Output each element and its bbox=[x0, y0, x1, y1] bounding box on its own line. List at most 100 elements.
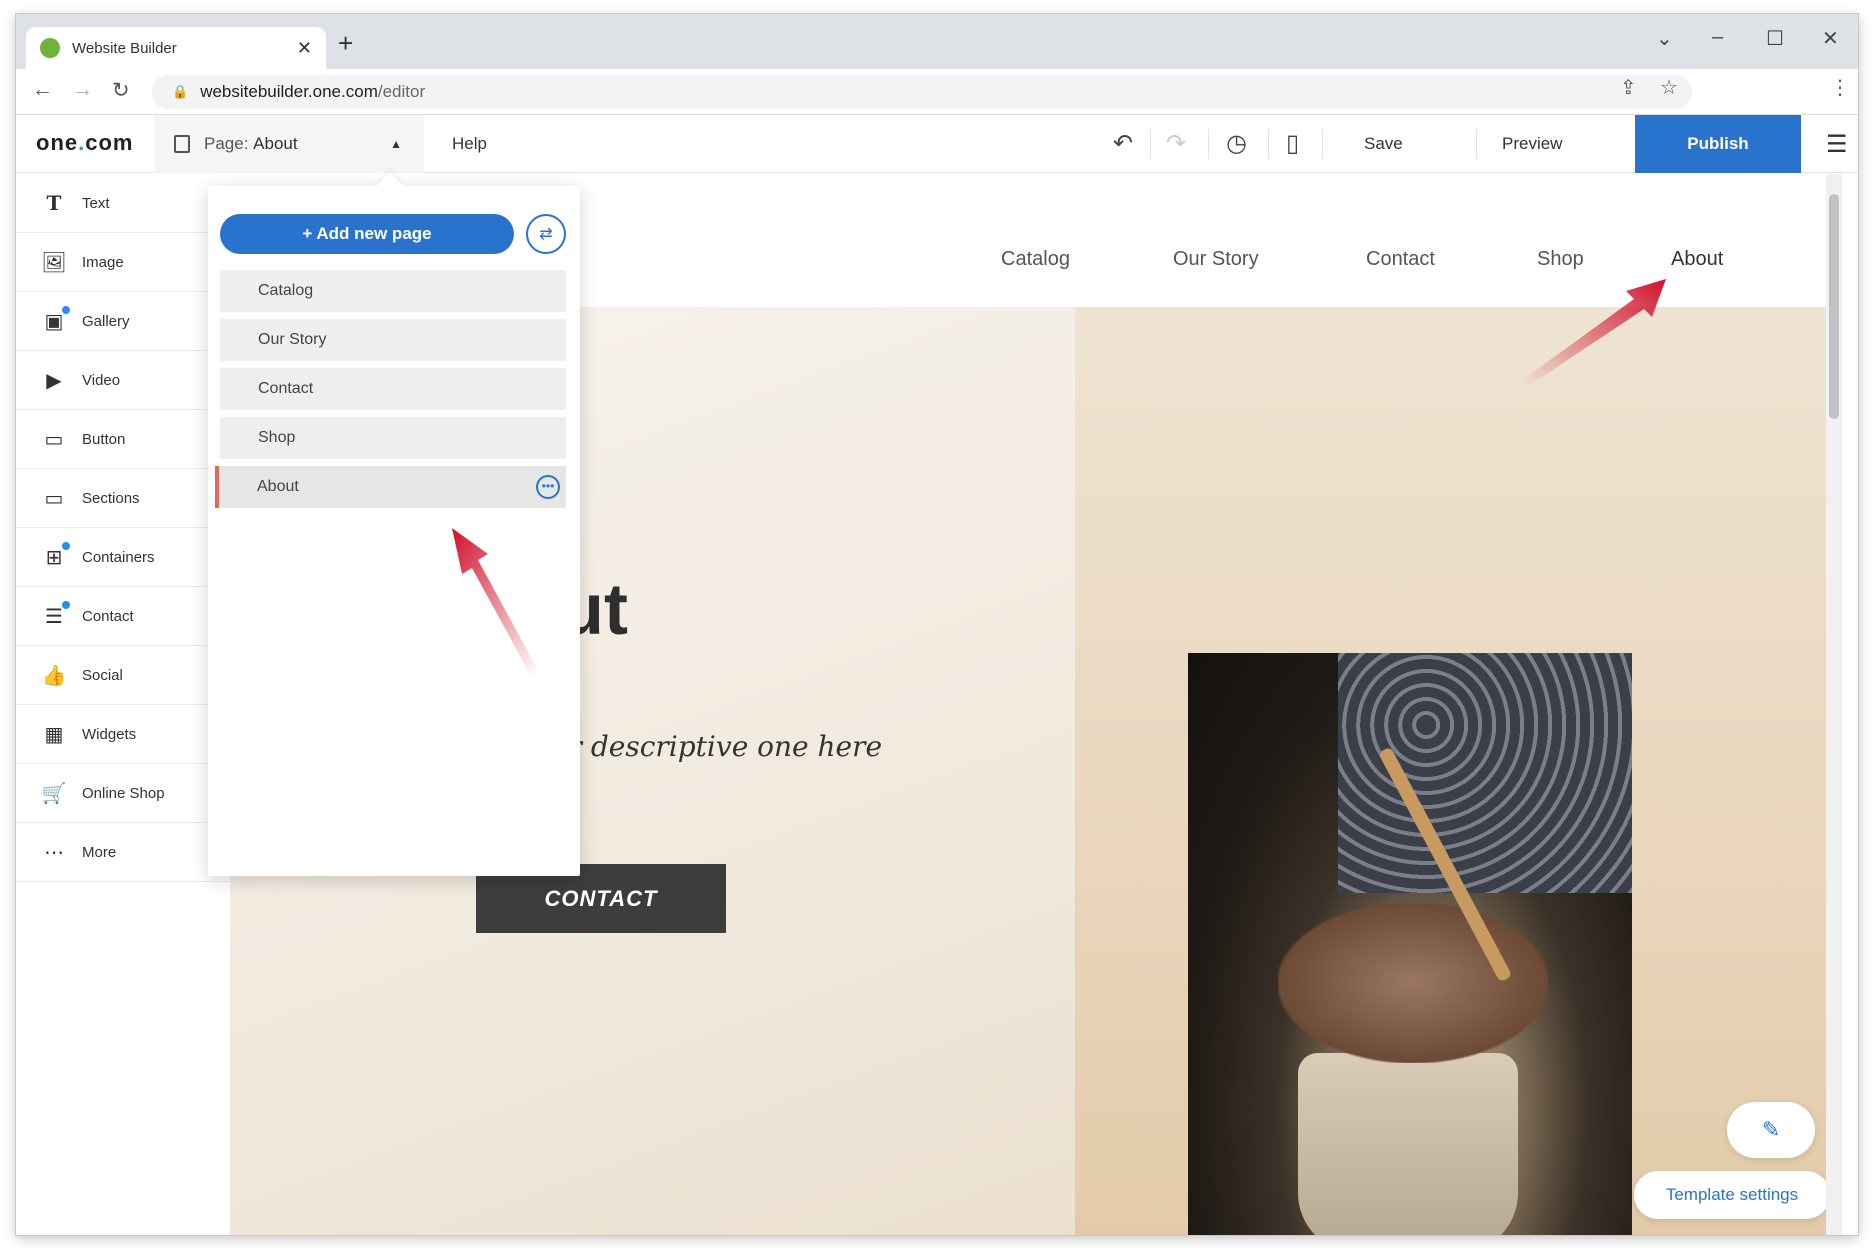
site-nav-about[interactable]: About bbox=[1671, 248, 1723, 271]
sidebar-item-label: Button bbox=[82, 430, 126, 448]
site-nav-shop[interactable]: Shop bbox=[1537, 248, 1584, 271]
page-options-icon[interactable]: ••• bbox=[536, 475, 560, 499]
template-settings-button[interactable]: Template settings bbox=[1634, 1171, 1830, 1219]
containers-icon: ⊞ bbox=[40, 541, 70, 570]
divider bbox=[1322, 129, 1323, 159]
page-row-label: Catalog bbox=[258, 282, 314, 299]
forward-icon[interactable]: → bbox=[72, 78, 93, 102]
url-input[interactable]: 🔒 websitebuilder.one.com/editor bbox=[152, 75, 1692, 109]
favicon-icon bbox=[40, 38, 60, 58]
page-selector[interactable]: Page: About ▲ bbox=[154, 115, 424, 173]
maximize-icon[interactable]: ☐ bbox=[1766, 26, 1784, 51]
page-row-label: Our Story bbox=[258, 331, 327, 348]
page-row-label: Contact bbox=[258, 380, 314, 397]
sidebar-item-label: Online Shop bbox=[82, 784, 165, 802]
gallery-icon: ▣ bbox=[40, 305, 70, 334]
minimize-icon[interactable]: – bbox=[1712, 26, 1723, 49]
cart-icon: 🛒 bbox=[41, 782, 67, 805]
sidebar-item-more[interactable]: ⋯ More bbox=[16, 823, 230, 882]
sidebar-item-text[interactable]: T Text bbox=[16, 174, 230, 233]
preview-button[interactable]: Preview bbox=[1502, 134, 1562, 154]
sidebar-item-sections[interactable]: ▭ Sections bbox=[16, 469, 230, 528]
site-nav-catalog[interactable]: Catalog bbox=[1001, 248, 1070, 271]
hero-subtitle[interactable]: er descriptive one here bbox=[552, 730, 882, 763]
sidebar-item-label: Video bbox=[82, 371, 121, 389]
link-page-icon[interactable]: ⇄ bbox=[526, 214, 566, 254]
page-row-our-story[interactable]: Our Story bbox=[220, 319, 566, 361]
canvas-scrollbar[interactable] bbox=[1826, 174, 1842, 1235]
new-tab-icon[interactable]: + bbox=[338, 30, 353, 56]
sidebar-item-label: Text bbox=[82, 194, 110, 212]
sidebar-item-video[interactable]: ▶ Video bbox=[16, 351, 230, 410]
page-prefix: Page: bbox=[204, 134, 254, 153]
close-window-icon[interactable]: ✕ bbox=[1822, 26, 1839, 51]
share-icon[interactable]: ⇪ bbox=[1620, 75, 1637, 100]
browser-tab[interactable]: Website Builder ✕ bbox=[26, 27, 326, 69]
sidebar-item-contact[interactable]: ☰ Contact bbox=[16, 587, 230, 646]
page-row-label: Shop bbox=[258, 429, 296, 446]
new-badge bbox=[62, 305, 70, 314]
browser-window: Website Builder ✕ + ⌄ – ☐ ✕ ← → ↻ 🔒 webs… bbox=[16, 14, 1858, 1235]
site-nav-contact[interactable]: Contact bbox=[1366, 248, 1435, 271]
sidebar-item-label: Social bbox=[82, 666, 123, 684]
image-icon: 🖼 bbox=[41, 251, 67, 274]
sidebar-item-label: Containers bbox=[82, 548, 155, 566]
left-sidebar: T Text 🖼 Image ▣ Gallery ▶ Video ▭ Button ▭ Section… bbox=[16, 174, 230, 1235]
divider bbox=[1208, 129, 1209, 159]
sidebar-item-social[interactable]: 👍 Social bbox=[16, 646, 230, 705]
tab-title: Website Builder bbox=[72, 39, 177, 57]
close-tab-icon[interactable]: ✕ bbox=[297, 38, 312, 59]
url-host: websitebuilder.one.com bbox=[200, 82, 378, 101]
page-row-shop[interactable]: Shop bbox=[220, 417, 566, 459]
page-current: About bbox=[253, 134, 298, 153]
contact-icon: ☰ bbox=[40, 600, 70, 629]
page-row-contact[interactable]: Contact bbox=[220, 368, 566, 410]
sections-icon: ▭ bbox=[44, 487, 64, 510]
sidebar-item-label: Image bbox=[82, 253, 124, 271]
one-com-logo[interactable]: one.com bbox=[36, 130, 134, 156]
sidebar-item-online-shop[interactable]: 🛒 Online Shop bbox=[16, 764, 230, 823]
logo-suffix: com bbox=[85, 130, 134, 155]
tab-search-icon[interactable]: ⌄ bbox=[1656, 26, 1673, 51]
lock-icon: 🔒 bbox=[172, 84, 189, 99]
logo-text: one bbox=[36, 130, 79, 155]
sidebar-item-label: Widgets bbox=[82, 725, 137, 743]
divider bbox=[1268, 129, 1269, 159]
scrollbar-thumb[interactable] bbox=[1829, 194, 1839, 419]
photo-hands bbox=[1278, 903, 1548, 1063]
sidebar-item-button[interactable]: ▭ Button bbox=[16, 410, 230, 469]
sidebar-item-containers[interactable]: ⊞ Containers bbox=[16, 528, 230, 587]
undo-icon[interactable]: ↶ bbox=[1113, 129, 1133, 158]
pottery-photo[interactable] bbox=[1188, 653, 1632, 1235]
reload-icon[interactable]: ↻ bbox=[112, 78, 130, 103]
address-bar: ← → ↻ 🔒 websitebuilder.one.com/editor ⇪ … bbox=[16, 69, 1858, 115]
back-icon[interactable]: ← bbox=[32, 78, 53, 102]
save-button[interactable]: Save bbox=[1364, 134, 1403, 154]
publish-button[interactable]: Publish bbox=[1635, 115, 1801, 173]
text-icon: T bbox=[46, 191, 62, 215]
video-icon: ▶ bbox=[46, 369, 62, 392]
new-badge bbox=[62, 541, 70, 550]
sidebar-item-image[interactable]: 🖼 Image bbox=[16, 233, 230, 292]
page-row-about[interactable]: About ••• bbox=[215, 466, 566, 508]
url-path: /editor bbox=[377, 82, 426, 101]
template-design-icon[interactable]: ✎ bbox=[1727, 1102, 1815, 1158]
page-row-catalog[interactable]: Catalog bbox=[220, 270, 566, 312]
sidebar-item-widgets[interactable]: ▦ Widgets bbox=[16, 705, 230, 764]
browser-menu-icon[interactable]: ⋮ bbox=[1830, 75, 1850, 100]
more-icon: ⋯ bbox=[44, 841, 64, 864]
page-row-label: About bbox=[257, 478, 299, 495]
sidebar-item-label: Gallery bbox=[82, 312, 130, 330]
site-nav-our-story[interactable]: Our Story bbox=[1173, 248, 1259, 271]
add-new-page-button[interactable]: + Add new page bbox=[220, 214, 514, 254]
help-link[interactable]: Help bbox=[452, 134, 487, 154]
mobile-view-icon[interactable]: ▯ bbox=[1286, 129, 1299, 158]
page-dropdown: + Add new page ⇄ Catalog Our Story Contact… bbox=[208, 171, 580, 876]
redo-icon[interactable]: ↷ bbox=[1166, 129, 1186, 158]
editor-toolbar: one.com Page: About ▲ Help ↶ ↷ ◷ ▯ Save … bbox=[16, 115, 1858, 173]
hamburger-menu-icon[interactable]: ☰ bbox=[1826, 130, 1848, 159]
history-icon[interactable]: ◷ bbox=[1226, 129, 1247, 158]
social-icon: 👍 bbox=[41, 664, 67, 687]
bookmark-star-icon[interactable]: ☆ bbox=[1660, 75, 1678, 100]
sidebar-item-gallery[interactable]: ▣ Gallery bbox=[16, 292, 230, 351]
